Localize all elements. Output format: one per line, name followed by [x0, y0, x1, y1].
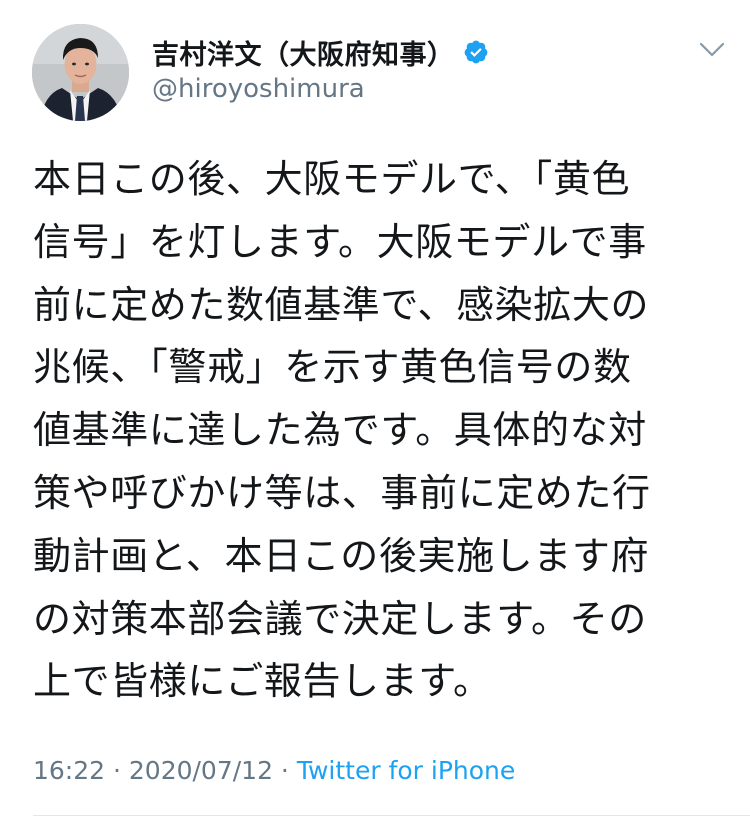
tweet-metadata: 16:22 · 2020/07/12 · Twitter for iPhone [33, 756, 515, 785]
tweet-text-line: の対策本部会議で決定します。その [33, 596, 647, 641]
user-handle[interactable]: @hiroyoshimura [152, 74, 489, 104]
tweet-text-line: 前に定めた数値基準で、感染拡大の [33, 282, 650, 327]
display-name[interactable]: 吉村洋文（大阪府知事） [152, 33, 455, 72]
tweet-text-line: 策や呼びかけ等は、事前に定めた行 [33, 470, 651, 515]
tweet-header: 吉村洋文（大阪府知事） @hiroyoshimura [32, 24, 732, 124]
tweet-detail: 吉村洋文（大阪府知事） @hiroyoshimura 本日この後、大阪モデルで、… [0, 0, 750, 818]
tweet-time[interactable]: 16:22 [33, 756, 105, 785]
meta-separator: · [272, 756, 297, 785]
tweet-source-link[interactable]: Twitter for iPhone [297, 756, 515, 785]
tweet-text-line: 上で皆様にご報告します。 [33, 659, 492, 704]
tweet-text-line: 兆候、「警戒」を示す黄色信号の数 [33, 345, 632, 390]
tweet-text-line: 動計画と、本日この後実施します府 [33, 533, 650, 578]
verified-badge-icon [463, 39, 489, 65]
profile-photo-icon [32, 24, 129, 121]
avatar[interactable] [32, 24, 129, 121]
tweet-date[interactable]: 2020/07/12 [129, 756, 273, 785]
tweet-text-line: 信号」を灯します。大阪モデルで事 [33, 219, 647, 264]
chevron-down-icon[interactable] [697, 40, 727, 60]
meta-separator: · [105, 756, 129, 785]
divider [33, 815, 750, 816]
tweet-text-line: 値基準に達した為です。具体的な対 [33, 408, 647, 453]
tweet-text: 本日この後、大阪モデルで、「黄色 信号」を灯します。大阪モデルで事 前に定めた数値基… [33, 148, 723, 713]
tweet-text-line: 本日この後、大阪モデルで、「黄色 [33, 157, 631, 201]
user-names: 吉村洋文（大阪府知事） @hiroyoshimura [152, 34, 489, 104]
display-name-row: 吉村洋文（大阪府知事） [152, 33, 489, 72]
